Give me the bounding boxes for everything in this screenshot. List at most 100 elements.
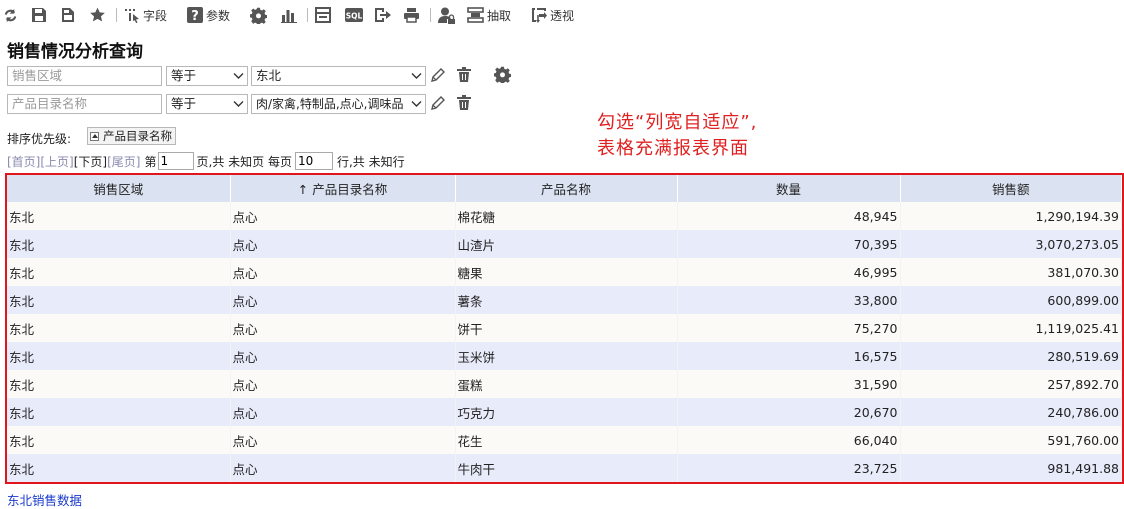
svg-text:SQL: SQL xyxy=(346,12,363,21)
delete-trash-icon[interactable] xyxy=(457,95,471,114)
report-table: 销售区域 ↑ 产品目录名称 产品名称 数量 销售额 东北 点心 棉花糖 48,94… xyxy=(7,175,1122,482)
rows-per-page-input[interactable] xyxy=(294,152,333,170)
cell-category: 点心 xyxy=(230,258,456,286)
params-label: 参数 xyxy=(206,8,231,23)
cell-sales: 381,070.30 xyxy=(900,258,1122,286)
extract-label: 抽取 xyxy=(487,8,512,23)
sql-icon[interactable]: SQL xyxy=(345,5,363,25)
cell-product: 巧克力 xyxy=(455,398,678,426)
filter-2-operator-select[interactable]: 等于 xyxy=(166,94,248,114)
chevron-down-icon xyxy=(233,101,244,107)
page-number-input[interactable] xyxy=(157,152,194,170)
cell-region: 东北 xyxy=(7,426,231,454)
cell-product: 糖果 xyxy=(455,258,678,286)
next-page-link[interactable]: [下页] xyxy=(74,153,107,170)
toolbar: 字段 ? 参数 SQL 抽取 透视 xyxy=(0,0,1124,30)
cell-sales: 1,290,194.39 xyxy=(900,202,1122,230)
column-header-sales[interactable]: 销售额 xyxy=(900,175,1122,202)
cell-category: 点心 xyxy=(230,370,456,398)
cell-sales: 3,070,273.05 xyxy=(900,230,1122,258)
edit-pencil-icon[interactable] xyxy=(430,67,446,86)
cell-sales: 600,899.00 xyxy=(900,286,1122,314)
export-icon[interactable] xyxy=(374,5,391,25)
filter-settings-gear-icon[interactable] xyxy=(493,66,512,86)
cell-sales: 280,519.69 xyxy=(900,342,1122,370)
table-row: 东北 点心 山渣片 70,395 3,070,273.05 xyxy=(7,230,1122,258)
pivot-icon xyxy=(532,8,547,23)
cell-category: 点心 xyxy=(230,286,456,314)
filter-2-field-input[interactable]: 产品目录名称 xyxy=(7,94,162,114)
column-header-quantity[interactable]: 数量 xyxy=(677,175,901,202)
filter-2-field-placeholder: 产品目录名称 xyxy=(12,96,88,111)
extract-button[interactable]: 抽取 xyxy=(467,5,511,25)
cell-category: 点心 xyxy=(230,230,456,258)
cell-quantity: 70,395 xyxy=(677,230,901,258)
svg-text:?: ? xyxy=(191,9,199,23)
favorite-star-icon[interactable] xyxy=(89,5,106,25)
cell-region: 东北 xyxy=(7,286,231,314)
column-header-category[interactable]: ↑ 产品目录名称 xyxy=(230,175,456,202)
report-title: 销售情况分析查询 xyxy=(7,42,143,62)
cell-region: 东北 xyxy=(7,258,231,286)
cell-quantity: 33,800 xyxy=(677,286,901,314)
cell-product: 玉米饼 xyxy=(455,342,678,370)
delete-trash-icon[interactable] xyxy=(457,67,471,86)
cell-sales: 257,892.70 xyxy=(900,370,1122,398)
edit-pencil-icon[interactable] xyxy=(430,95,446,114)
save-icon[interactable] xyxy=(31,5,47,25)
params-button[interactable]: ? 参数 xyxy=(187,5,230,25)
refresh-icon[interactable] xyxy=(3,5,18,25)
cell-product: 饼干 xyxy=(455,314,678,342)
last-page-link[interactable]: [尾页] xyxy=(107,153,140,170)
filter-1-value: 东北 xyxy=(256,68,282,83)
column-header-product[interactable]: 产品名称 xyxy=(455,175,678,202)
chart-icon[interactable] xyxy=(281,5,298,25)
cell-region: 东北 xyxy=(7,342,231,370)
sort-arrow-up-icon: ↑ xyxy=(297,182,309,197)
cell-product: 薯条 xyxy=(455,286,678,314)
report-table-frame: 销售区域 ↑ 产品目录名称 产品名称 数量 销售额 东北 点心 棉花糖 48,94… xyxy=(5,173,1124,484)
table-header-row: 销售区域 ↑ 产品目录名称 产品名称 数量 销售额 xyxy=(7,175,1122,202)
fields-label: 字段 xyxy=(143,8,168,23)
first-page-link[interactable]: [首页] xyxy=(7,153,40,170)
page-suffix: 页,共 未知页 每页 xyxy=(196,154,292,169)
cell-region: 东北 xyxy=(7,230,231,258)
filter-1-field-input[interactable]: 销售区域 xyxy=(7,66,162,86)
gear-icon[interactable] xyxy=(250,5,267,25)
cell-quantity: 66,040 xyxy=(677,426,901,454)
column-header-region[interactable]: 销售区域 xyxy=(7,175,231,202)
chevron-down-icon xyxy=(411,73,422,79)
user-permission-icon[interactable] xyxy=(430,5,456,25)
cell-category: 点心 xyxy=(230,202,456,230)
pivot-label: 透视 xyxy=(550,8,575,23)
fields-button[interactable]: 字段 xyxy=(116,5,167,25)
filter-1-value-select[interactable]: 东北 xyxy=(251,66,426,86)
table-row: 东北 点心 薯条 33,800 600,899.00 xyxy=(7,286,1122,314)
cell-sales: 240,786.00 xyxy=(900,398,1122,426)
fields-icon xyxy=(125,9,139,23)
filter-1-operator-select[interactable]: 等于 xyxy=(166,66,248,86)
table-row: 东北 点心 蛋糕 31,590 257,892.70 xyxy=(7,370,1122,398)
prev-page-link[interactable]: [上页] xyxy=(40,153,73,170)
cell-product: 花生 xyxy=(455,426,678,454)
northeast-sales-data-link[interactable]: 东北销售数据 xyxy=(7,490,82,509)
cell-product: 牛肉干 xyxy=(455,454,678,482)
cell-quantity: 20,670 xyxy=(677,398,901,426)
table-row: 东北 点心 饼干 75,270 1,119,025.41 xyxy=(7,314,1122,342)
sort-chip-product-category[interactable]: 产品目录名称 xyxy=(87,127,176,145)
cell-region: 东北 xyxy=(7,314,231,342)
print-icon[interactable] xyxy=(403,5,420,25)
sort-chip-label: 产品目录名称 xyxy=(103,129,172,143)
cell-category: 点心 xyxy=(230,454,456,482)
sort-priority-label: 排序优先级: xyxy=(7,132,72,146)
cell-category: 点心 xyxy=(230,314,456,342)
annotation-line-2: 表格充满报表界面 xyxy=(597,138,749,159)
cell-sales: 591,760.00 xyxy=(900,426,1122,454)
table-row: 东北 点心 棉花糖 48,945 1,290,194.39 xyxy=(7,202,1122,230)
layout-icon[interactable] xyxy=(307,5,331,25)
extract-icon xyxy=(467,7,484,23)
save-as-icon[interactable] xyxy=(60,5,76,25)
pivot-button[interactable]: 透视 xyxy=(531,5,574,25)
cell-quantity: 23,725 xyxy=(677,454,901,482)
filter-2-value-select[interactable]: 肉/家禽,特制品,点心,调味品 xyxy=(251,94,426,114)
